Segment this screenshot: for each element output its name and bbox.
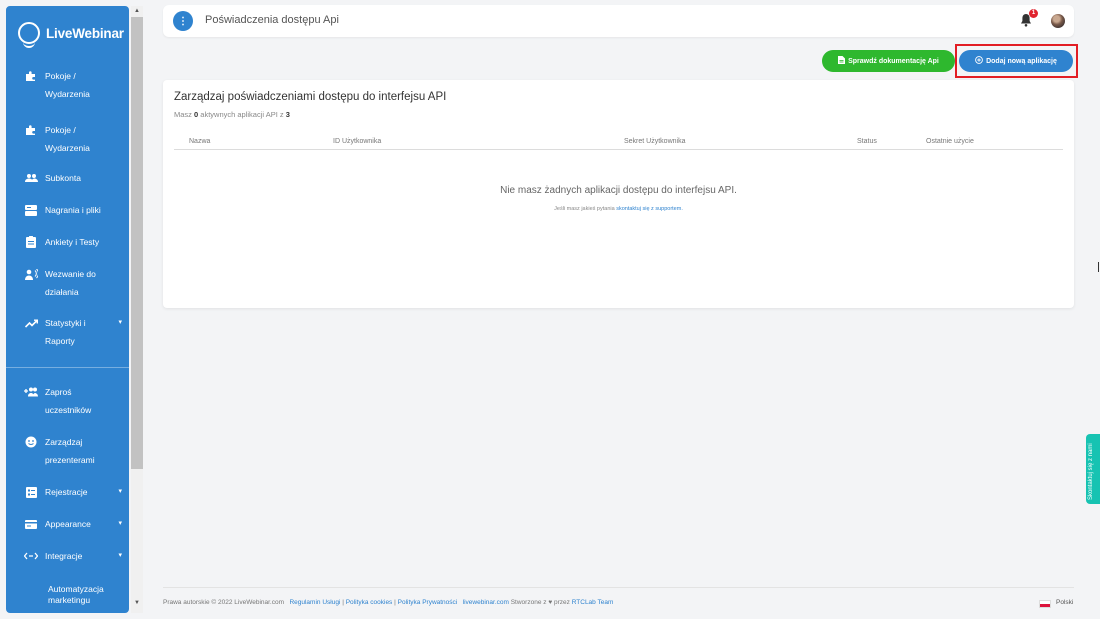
- sidebar-item-label: Zaproś: [45, 387, 72, 397]
- subtitle-middle: aktywnych aplikacji API z: [198, 110, 286, 119]
- sidebar-item-label: Appearance: [45, 519, 91, 529]
- highlight-box: [955, 44, 1078, 78]
- cookies-policy-link[interactable]: Polityka cookies: [346, 599, 393, 606]
- scroll-up-arrow-icon[interactable]: ▲: [131, 6, 143, 17]
- check-api-docs-button[interactable]: Sprawdź dokumentację Api: [822, 50, 955, 72]
- sidebar-item-label: Pokoje /: [45, 71, 76, 81]
- footer-text: Prawa autorskie © 2022 LiveWebinar.com R…: [163, 599, 614, 606]
- language-selector[interactable]: Polski: [1056, 599, 1073, 606]
- chevron-down-icon: ▾: [118, 552, 122, 559]
- sidebar-item-label: Pokoje /: [45, 125, 76, 135]
- made-by-suffix: przez: [553, 599, 570, 606]
- sidebar-item-rooms-events-2[interactable]: Pokoje / Wydarzenia: [24, 121, 124, 157]
- kebab-menu-icon: ⋮: [178, 15, 188, 27]
- site-link[interactable]: livewebinar.com: [463, 599, 509, 606]
- check-api-docs-label: Sprawdź dokumentację Api: [848, 57, 939, 65]
- presenter-icon: [24, 435, 38, 449]
- sidebar-item-label: Ankiety i Testy: [45, 237, 100, 247]
- logo-text: LiveWebinar: [46, 25, 124, 41]
- copyright-text: Prawa autorskie © 2022 LiveWebinar.com: [163, 599, 285, 606]
- sidebar-item-surveys[interactable]: Ankiety i Testy: [24, 233, 124, 251]
- sidebar-item-label: działania: [45, 287, 79, 297]
- scroll-down-arrow-icon[interactable]: ▼: [131, 598, 143, 609]
- chevron-down-icon: ▾: [118, 488, 122, 495]
- terms-link[interactable]: Regulamin Usługi: [289, 599, 340, 606]
- card-icon: [24, 517, 38, 531]
- sidebar-item-recordings[interactable]: Nagrania i pliki: [24, 201, 124, 219]
- sidebar-item-label: Wydarzenia: [45, 143, 90, 153]
- logo[interactable]: LiveWebinar: [18, 22, 124, 48]
- poland-flag-icon[interactable]: [1039, 600, 1051, 608]
- contact-us-label: Skontaktuj się z nami: [1088, 443, 1094, 500]
- sidebar-item-label: Zarządzaj: [45, 437, 83, 447]
- heart-icon: ♥: [548, 599, 553, 606]
- puzzle-icon: [24, 123, 38, 137]
- empty-hint-text: Jeśli masz jakieś pytania: [554, 206, 617, 212]
- clipboard-icon: [24, 235, 38, 249]
- subtitle-prefix: Masz: [174, 110, 195, 119]
- column-header-user-secret[interactable]: Sekret Użytkownika: [624, 138, 685, 145]
- contact-us-tab[interactable]: Skontaktuj się z nami: [1086, 434, 1100, 504]
- sidebar-subitem-label: Automatyzacja: [48, 584, 104, 594]
- storage-icon: [24, 203, 38, 217]
- trend-icon: [24, 316, 38, 330]
- arrows-icon: [24, 549, 38, 563]
- sidebar-subitem-label: marketingu: [48, 595, 91, 605]
- sidebar-item-integrations[interactable]: Integracje ▾: [24, 547, 124, 565]
- logo-icon: [18, 22, 40, 48]
- sidebar-subitem-marketing-automation[interactable]: Automatyzacja marketingu: [48, 584, 128, 606]
- sidebar: LiveWebinar Pokoje / Wydarzenia Pokoje / W…: [6, 6, 129, 613]
- sidebar-item-presenters[interactable]: Zarządzaj prezenterami: [24, 433, 124, 469]
- sidebar-item-subaccounts[interactable]: Subkonta: [24, 169, 124, 187]
- users-icon: [24, 171, 38, 185]
- card-subtitle: Masz 0 aktywnych aplikacji API z 3: [174, 110, 290, 119]
- text-cursor-icon: [1098, 262, 1099, 272]
- sidebar-scrollbar-thumb[interactable]: [131, 17, 143, 469]
- sidebar-item-label: Raporty: [45, 336, 75, 346]
- column-header-user-id[interactable]: ID Użytkownika: [333, 138, 381, 145]
- sidebar-item-label: Statystyki i: [45, 318, 86, 328]
- card-title: Zarządzaj poświadczeniami dostępu do int…: [174, 91, 447, 103]
- column-header-status[interactable]: Status: [857, 138, 877, 145]
- empty-state-hint: Jeśli masz jakieś pytania skontaktuj się…: [163, 206, 1074, 212]
- puzzle-icon: [24, 69, 38, 83]
- column-header-last-used[interactable]: Ostatnie użycie: [926, 138, 974, 145]
- form-icon: [24, 485, 38, 499]
- megaphone-icon: [24, 267, 38, 281]
- menu-toggle-button[interactable]: ⋮: [173, 11, 193, 31]
- sidebar-item-appearance[interactable]: Appearance ▾: [24, 515, 124, 533]
- top-bar: ⋮ Poświadczenia dostępu Api 1: [163, 5, 1074, 37]
- column-header-name[interactable]: Nazwa: [189, 138, 210, 145]
- sidebar-item-call-to-action[interactable]: Wezwanie do działania: [24, 265, 124, 301]
- privacy-policy-link[interactable]: Polityka Prywatności: [398, 599, 458, 606]
- sidebar-item-label: Wezwanie do: [45, 269, 96, 279]
- sidebar-item-registrations[interactable]: Rejestracje ▾: [24, 483, 124, 501]
- sidebar-item-rooms-events[interactable]: Pokoje / Wydarzenia: [24, 67, 124, 103]
- document-icon: [838, 56, 846, 66]
- sidebar-item-label: Wydarzenia: [45, 89, 90, 99]
- notification-count-badge: 1: [1029, 9, 1038, 18]
- empty-state-message: Nie masz żadnych aplikacji dostępu do in…: [500, 185, 737, 196]
- user-avatar[interactable]: [1051, 14, 1065, 28]
- contact-support-link[interactable]: skontaktuj się z supportem.: [616, 206, 683, 212]
- sidebar-item-label: Integracje: [45, 551, 83, 561]
- api-credentials-card: Zarządzaj poświadczeniami dostępu do int…: [163, 80, 1074, 308]
- made-by-prefix: Stworzone z: [510, 599, 547, 606]
- page-title: Poświadczenia dostępu Api: [205, 14, 339, 26]
- sidebar-divider: [6, 367, 129, 368]
- chevron-down-icon: ▾: [118, 319, 122, 326]
- sidebar-item-invite[interactable]: Zaproś uczestników: [24, 383, 124, 419]
- sidebar-item-label: uczestników: [45, 405, 92, 415]
- max-app-count: 3: [285, 110, 290, 119]
- invite-icon: [24, 385, 38, 399]
- sidebar-item-label: prezenterami: [45, 455, 95, 465]
- team-link[interactable]: RTCLab Team: [572, 599, 614, 606]
- table-header-divider: [174, 149, 1063, 150]
- sidebar-item-label: Rejestracje: [45, 487, 88, 497]
- chevron-down-icon: ▾: [118, 520, 122, 527]
- footer: Prawa autorskie © 2022 LiveWebinar.com R…: [163, 587, 1074, 613]
- sidebar-item-label: Subkonta: [45, 173, 81, 183]
- sidebar-item-statistics[interactable]: Statystyki i Raporty ▾: [24, 314, 124, 350]
- sidebar-item-label: Nagrania i pliki: [45, 205, 101, 215]
